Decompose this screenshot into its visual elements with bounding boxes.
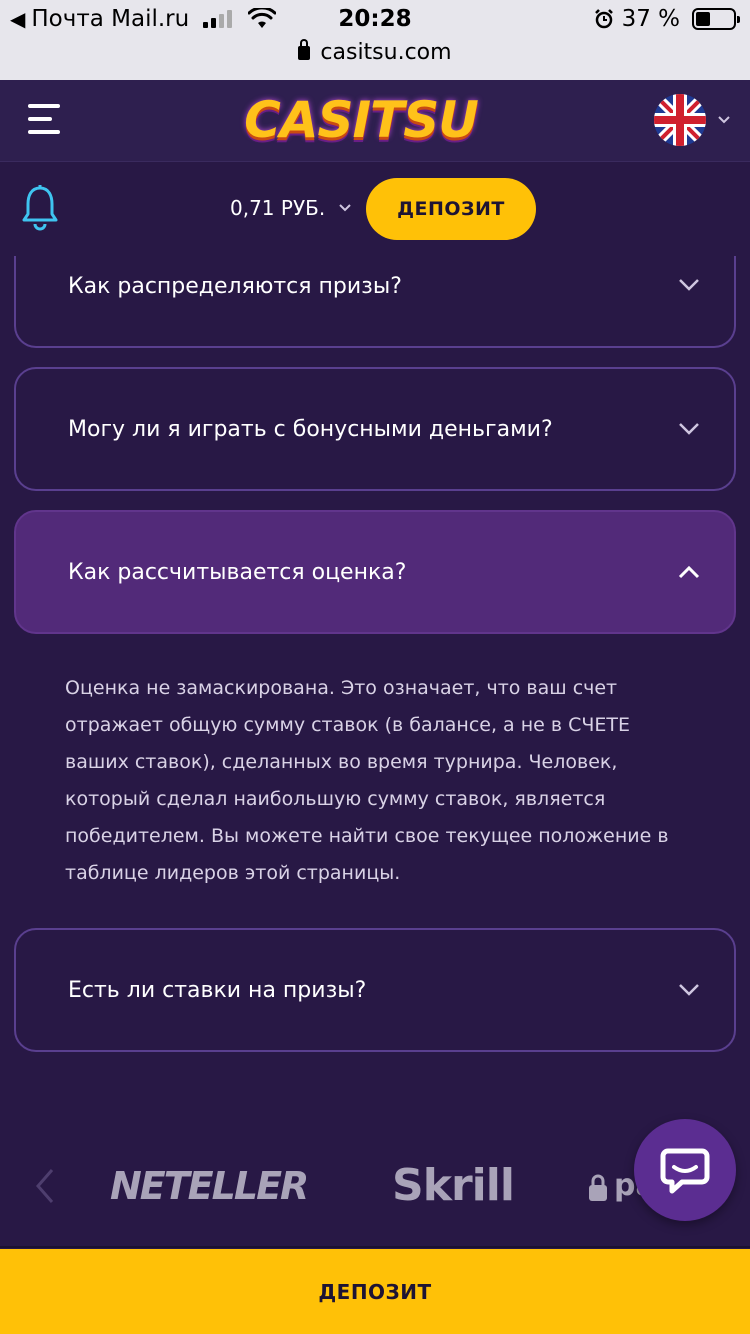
battery-icon [692,8,740,30]
lock-icon [589,1174,607,1201]
battery-percent: 37 % [621,6,680,32]
neteller-logo: NETELLER [110,1164,309,1208]
faq-question: Могу ли я играть с бонусными деньгами? [68,416,553,442]
chevron-down-icon [718,116,730,124]
account-bar-overlay: 0,71 РУБ. ДЕПОЗИТ [0,162,750,256]
divider [0,1246,750,1248]
faq-answer: Оценка не замаскирована. Это означает, ч… [65,670,715,892]
uk-flag-icon [654,94,706,146]
faq-item-expanded[interactable]: Как рассчитывается оценка? [14,510,736,634]
site-logo[interactable]: CASITSU [236,88,486,152]
url-bar[interactable]: casitsu.com [0,39,750,65]
chevron-up-icon [678,565,700,579]
alarm-icon [594,9,613,29]
balance-value: 0,71 РУБ. [230,196,326,220]
skrill-logo: Skrill [392,1160,515,1211]
site-header: CASITSU [0,80,750,162]
live-chat-button[interactable] [634,1119,736,1221]
chevron-down-icon [679,279,699,291]
faq-answer-line: отражает общую сумму ставок (в балансе, … [65,714,631,736]
status-bar: ◀ Почта Mail.ru 20:28 37 % casitsu.com [0,0,750,80]
faq-answer-line: победителем. Вы можете найти свое текуще… [65,825,669,847]
hamburger-menu-icon[interactable] [28,104,60,134]
faq-item[interactable]: Есть ли ставки на призы? [14,928,736,1052]
chevron-down-icon [679,423,699,435]
faq-answer-line: ваших ставок), сделанных во время турнир… [65,751,618,773]
url-text: casitsu.com [320,40,452,65]
status-right: 37 % [594,6,740,32]
chevron-down-icon [339,204,351,212]
faq-question: Есть ли ставки на призы? [68,977,367,1003]
chat-bubble-icon [660,1148,710,1194]
lock-icon [298,39,311,60]
faq-answer-line: Оценка не замаскирована. Это означает, ч… [65,677,618,699]
faq-item[interactable]: Могу ли я играть с бонусными деньгами? [14,367,736,491]
deposit-button[interactable]: ДЕПОЗИТ [366,178,536,240]
bell-icon[interactable] [20,184,60,232]
language-selector[interactable] [652,94,738,148]
faq-question: Как рассчитывается оценка? [68,559,407,585]
chevron-down-icon [679,984,699,996]
faq-answer-line: таблице лидеров этой страницы. [65,862,401,884]
balance-dropdown[interactable]: 0,71 РУБ. [230,196,351,220]
faq-answer-line: который сделал наибольшую сумму ставок, … [65,788,606,810]
deposit-bottom-button[interactable]: ДЕПОЗИТ [0,1249,750,1334]
chevron-left-icon[interactable] [34,1168,56,1204]
